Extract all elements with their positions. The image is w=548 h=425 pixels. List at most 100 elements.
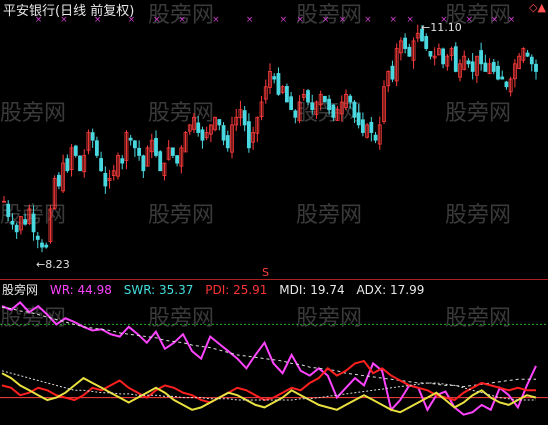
signal-x-mark: × bbox=[491, 15, 499, 25]
candle-body bbox=[403, 37, 408, 49]
watermark-text: 股旁网 bbox=[148, 306, 214, 331]
candle-body bbox=[158, 151, 163, 172]
chart-canvas: 股旁网 股旁网 股旁网股旁网 股旁网 股旁网 股旁网股旁网 股旁网 股旁网股旁网 股旁网 股旁网股… bbox=[0, 3, 548, 416]
watermark-text: 股旁网 bbox=[0, 101, 66, 126]
candle-body bbox=[31, 213, 36, 233]
high-price-label: ←11.10 bbox=[421, 21, 462, 34]
signal-x-mark: × bbox=[280, 15, 288, 25]
candle-body bbox=[94, 140, 99, 156]
candle-body bbox=[73, 145, 78, 156]
candle-body bbox=[496, 65, 500, 80]
candle-body bbox=[428, 51, 433, 57]
candle-body bbox=[390, 65, 395, 80]
candle-body bbox=[90, 132, 95, 141]
candle-body bbox=[293, 110, 298, 118]
candle-body bbox=[373, 134, 378, 141]
watermark-text: 股旁网 bbox=[148, 101, 214, 126]
candle-body bbox=[500, 76, 505, 80]
candle-body bbox=[246, 121, 251, 149]
series-mdi-line bbox=[1, 372, 537, 414]
watermark-text: 股旁网 bbox=[148, 203, 214, 228]
candle-body bbox=[284, 86, 289, 103]
stock-chart-window: 股旁网 股旁网 股旁网 股旁网 股旁网 股旁网 股旁网 股旁网 股旁网 股旁网 股旁网 股旁网 股旁网股… bbox=[0, 0, 548, 425]
series-pdi-line bbox=[1, 359, 536, 404]
candle-body bbox=[196, 122, 201, 133]
candle-body bbox=[103, 172, 108, 187]
candle-body bbox=[99, 158, 104, 172]
legend-pdi: PDI: 25.91 bbox=[205, 283, 268, 297]
candle-body bbox=[10, 220, 15, 225]
candle-body bbox=[310, 102, 315, 111]
candle-body bbox=[453, 46, 458, 72]
signal-x-mark: × bbox=[465, 15, 473, 25]
candle-body bbox=[221, 125, 226, 141]
candle-body bbox=[56, 174, 61, 187]
signal-x-mark: × bbox=[153, 15, 161, 25]
candle-body bbox=[132, 140, 137, 149]
watermark-text: 股旁网 bbox=[445, 203, 511, 228]
candle-body bbox=[483, 62, 488, 72]
candle-body bbox=[504, 81, 509, 88]
candle-body bbox=[356, 112, 361, 126]
candle-body bbox=[306, 90, 310, 103]
candle-body bbox=[141, 155, 146, 172]
legend-mdi: MDI: 19.74 bbox=[279, 283, 345, 297]
watermark-text: 股旁网 bbox=[445, 306, 511, 331]
candle-body bbox=[225, 135, 230, 149]
candle-body bbox=[369, 121, 374, 133]
candle-body bbox=[6, 203, 11, 217]
legend-swr: SWR: 35.37 bbox=[123, 283, 194, 297]
signal-x-mark: × bbox=[178, 15, 186, 25]
signal-x-mark: × bbox=[508, 15, 516, 25]
candle-body bbox=[360, 119, 365, 133]
signal-x-mark: × bbox=[406, 15, 414, 25]
candle-body bbox=[137, 147, 142, 156]
signal-x-mark: × bbox=[389, 15, 397, 25]
candle-body bbox=[78, 155, 82, 172]
candle-body bbox=[424, 36, 429, 49]
candle-body bbox=[331, 104, 336, 118]
candle-body bbox=[272, 76, 277, 80]
watermark-text: 股旁网 bbox=[445, 101, 511, 126]
candle-body bbox=[479, 50, 484, 65]
candle-body bbox=[40, 242, 44, 248]
signal-x-mark: × bbox=[212, 15, 220, 25]
candle-body bbox=[44, 244, 49, 248]
candle-body bbox=[65, 158, 70, 172]
candle-body bbox=[289, 96, 294, 111]
signal-x-mark: × bbox=[322, 15, 330, 25]
signal-x-mark: × bbox=[246, 15, 254, 25]
candle-body bbox=[470, 61, 475, 72]
candle-body bbox=[242, 110, 247, 126]
candle-body bbox=[120, 158, 125, 164]
candle-body bbox=[175, 155, 180, 164]
candle-body bbox=[525, 52, 530, 57]
watermark-text: 股旁网 bbox=[296, 203, 362, 228]
indicator-legend: 股旁网 WR: 44.98 SWR: 35.37 PDI: 25.91 MDI:… bbox=[2, 281, 432, 298]
indicator-name: 股旁网 bbox=[2, 283, 39, 297]
candle-body bbox=[217, 119, 222, 126]
chart-title: 平安银行(日线 前复权) bbox=[3, 4, 135, 19]
candle-body bbox=[529, 56, 534, 65]
candle-body bbox=[128, 137, 133, 141]
candle-body bbox=[491, 61, 496, 72]
candle-body bbox=[441, 48, 446, 65]
candle-body bbox=[348, 95, 353, 103]
legend-adx: ADX: 17.99 bbox=[356, 283, 425, 297]
candle-body bbox=[466, 60, 471, 65]
candle-body bbox=[534, 63, 538, 72]
low-price-label: ←8.23 bbox=[36, 258, 70, 271]
diamond-up-icon[interactable]: ◇▲ bbox=[529, 1, 546, 14]
candle-body bbox=[322, 95, 327, 103]
candle-body bbox=[407, 46, 412, 57]
legend-wr: WR: 44.98 bbox=[49, 283, 112, 297]
signal-x-mark: × bbox=[339, 15, 347, 25]
candle-body bbox=[14, 224, 19, 233]
candle-body bbox=[352, 101, 357, 118]
signal-s-marker: S bbox=[262, 266, 269, 279]
candle-body bbox=[200, 129, 205, 141]
signal-x-mark: × bbox=[297, 15, 305, 25]
candle-body bbox=[276, 73, 281, 95]
candle-body bbox=[23, 219, 28, 225]
candle-body bbox=[327, 98, 332, 111]
